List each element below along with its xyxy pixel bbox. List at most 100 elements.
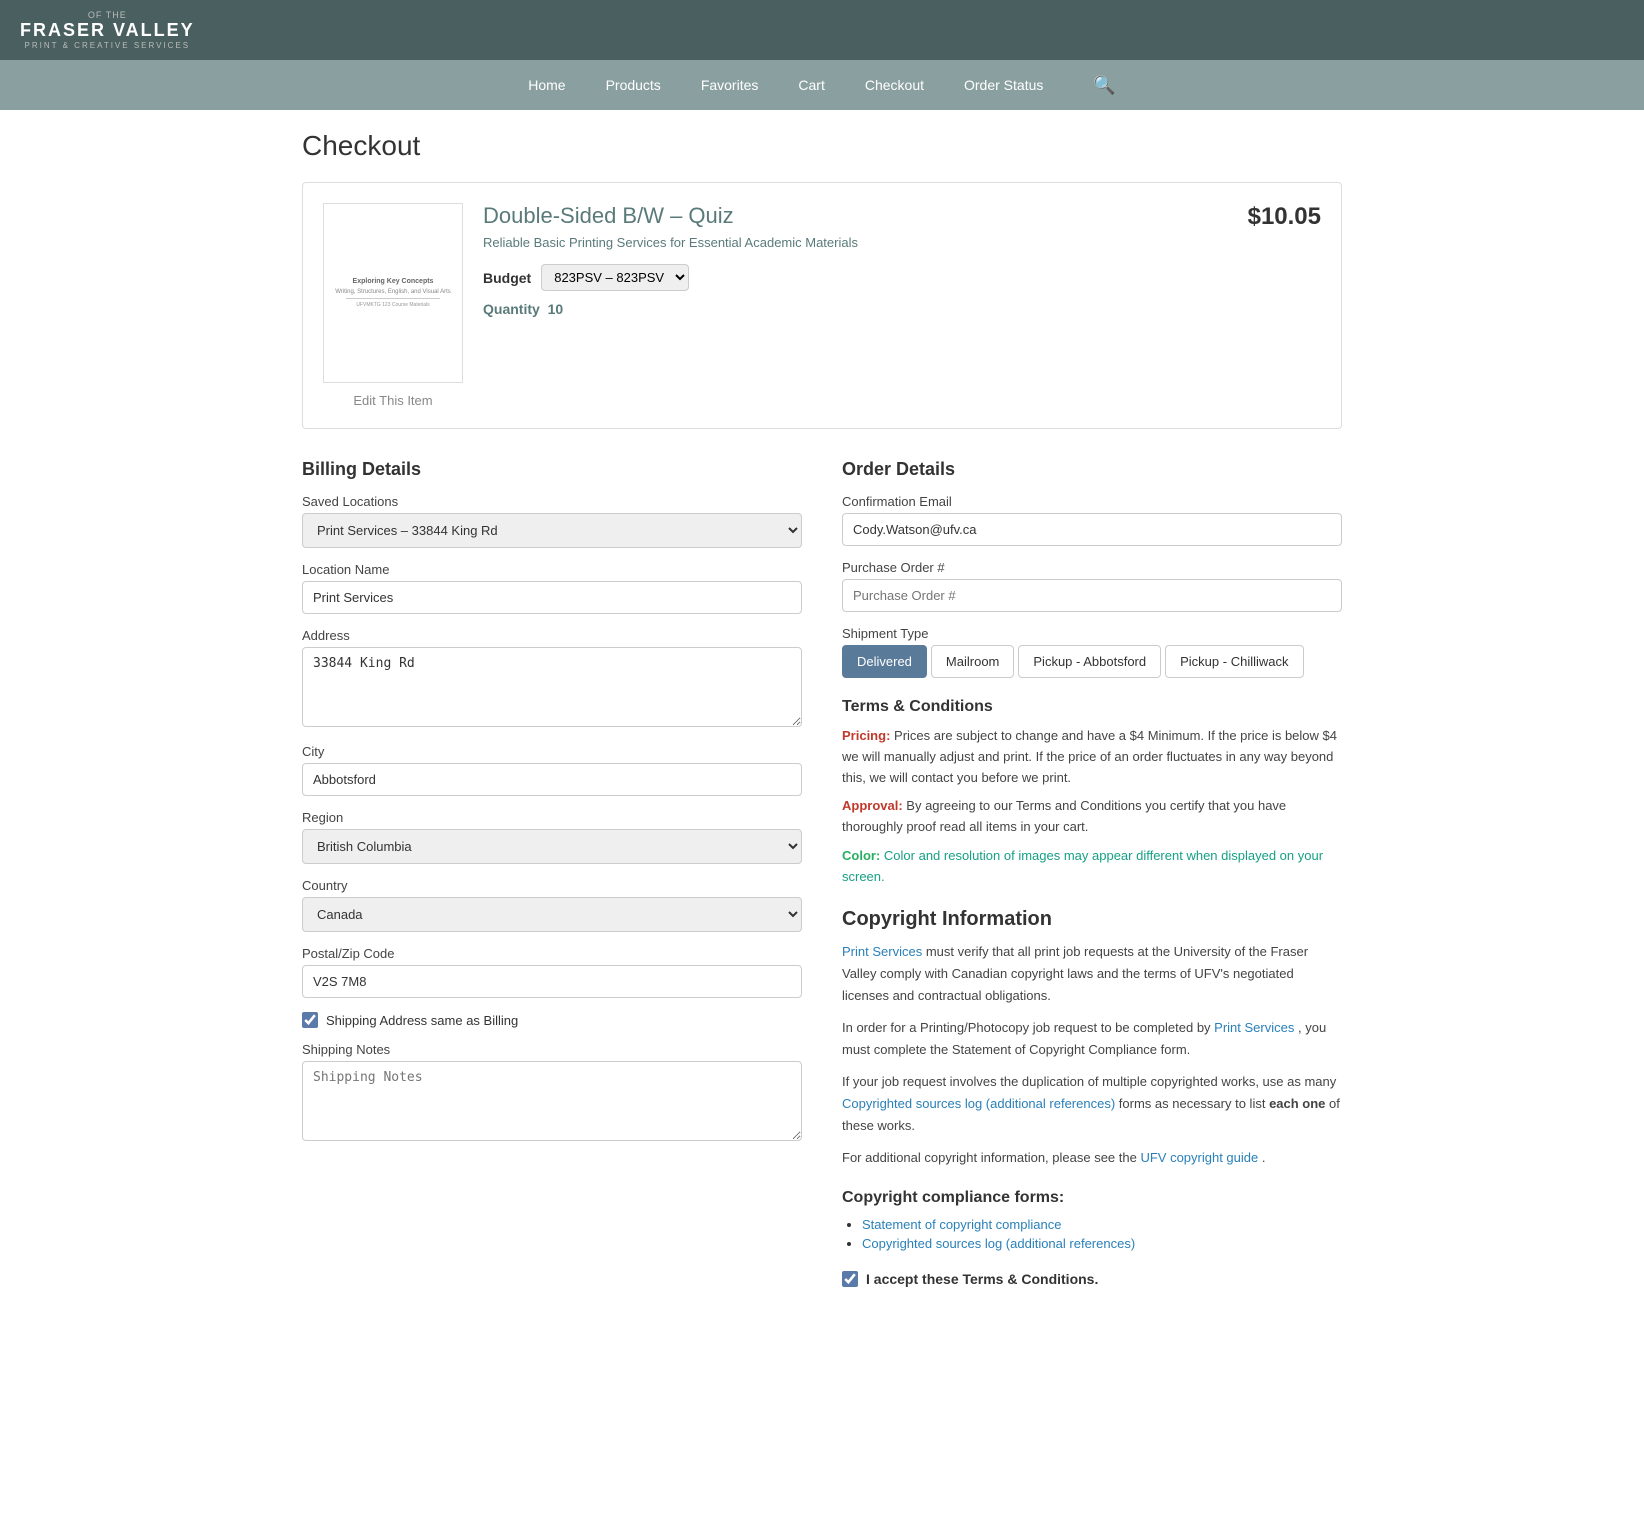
confirmation-email-label: Confirmation Email bbox=[842, 494, 1342, 509]
product-details: Double-Sided B/W – Quiz Reliable Basic P… bbox=[483, 203, 1321, 408]
location-name-label: Location Name bbox=[302, 562, 802, 577]
product-description: Reliable Basic Printing Services for Ess… bbox=[483, 235, 858, 250]
approval-text: By agreeing to our Terms and Conditions … bbox=[842, 798, 1286, 834]
shipment-pickup-abbotsford[interactable]: Pickup - Abbotsford bbox=[1018, 645, 1161, 678]
terms-pricing: Pricing: Prices are subject to change an… bbox=[842, 726, 1342, 788]
shipment-type-label: Shipment Type bbox=[842, 626, 1342, 641]
location-name-input[interactable] bbox=[302, 581, 802, 614]
saved-locations-group: Saved Locations Print Services – 33844 K… bbox=[302, 494, 802, 548]
nav-checkout[interactable]: Checkout bbox=[865, 73, 924, 97]
thumb-desc: UFVMKTG 123 Course Materials bbox=[346, 302, 440, 308]
copyright-para2-text: In order for a Printing/Photocopy job re… bbox=[842, 1020, 1214, 1035]
accept-terms-row: I accept these Terms & Conditions. bbox=[842, 1271, 1342, 1287]
pricing-text: Prices are subject to change and have a … bbox=[842, 728, 1337, 785]
terms-color: Color: Color and resolution of images ma… bbox=[842, 846, 1342, 888]
quantity-label: Quantity bbox=[483, 301, 540, 317]
shipping-notes-input[interactable] bbox=[302, 1061, 802, 1141]
city-label: City bbox=[302, 744, 802, 759]
confirmation-email-group: Confirmation Email bbox=[842, 494, 1342, 546]
terms-title: Terms & Conditions bbox=[842, 698, 1342, 716]
region-select[interactable]: British ColumbiaAlbertaOntario bbox=[302, 829, 802, 864]
page-title: Checkout bbox=[302, 130, 1342, 162]
quantity-value: 10 bbox=[548, 301, 564, 317]
postal-input[interactable] bbox=[302, 965, 802, 998]
nav-products[interactable]: Products bbox=[606, 73, 661, 97]
two-col-layout: Billing Details Saved Locations Print Se… bbox=[302, 459, 1342, 1287]
location-name-group: Location Name bbox=[302, 562, 802, 614]
country-select[interactable]: CanadaUnited States bbox=[302, 897, 802, 932]
shipping-notes-group: Shipping Notes bbox=[302, 1042, 802, 1144]
thumb-title: Exploring Key Concepts bbox=[353, 278, 434, 285]
terms-approval: Approval: By agreeing to our Terms and C… bbox=[842, 796, 1342, 838]
compliance-forms-list: Statement of copyright compliance Copyri… bbox=[862, 1217, 1342, 1251]
product-thumbnail-container: Exploring Key Concepts Writing, Structur… bbox=[323, 203, 463, 408]
po-label: Purchase Order # bbox=[842, 560, 1342, 575]
search-icon[interactable]: 🔍 bbox=[1093, 75, 1115, 96]
compliance-title: Copyright compliance forms: bbox=[842, 1189, 1342, 1207]
para3-prefix: If your job request involves the duplica… bbox=[842, 1074, 1336, 1089]
saved-locations-label: Saved Locations bbox=[302, 494, 802, 509]
shipment-options: Delivered Mailroom Pickup - Abbotsford P… bbox=[842, 645, 1342, 678]
form2-link[interactable]: Copyrighted sources log (additional refe… bbox=[862, 1236, 1135, 1251]
nav-home[interactable]: Home bbox=[528, 73, 565, 97]
billing-title: Billing Details bbox=[302, 459, 802, 480]
logo-name: FRASER VALLEY bbox=[20, 20, 195, 41]
region-group: Region British ColumbiaAlbertaOntario bbox=[302, 810, 802, 864]
shipment-mailroom[interactable]: Mailroom bbox=[931, 645, 1014, 678]
postal-group: Postal/Zip Code bbox=[302, 946, 802, 998]
budget-label: Budget bbox=[483, 270, 531, 286]
product-price: $10.05 bbox=[1248, 203, 1321, 231]
copyright-sources-link[interactable]: Copyrighted sources log (additional refe… bbox=[842, 1096, 1115, 1111]
form1-link[interactable]: Statement of copyright compliance bbox=[862, 1217, 1061, 1232]
copyright-para3: If your job request involves the duplica… bbox=[842, 1071, 1342, 1137]
pricing-label: Pricing: bbox=[842, 728, 890, 743]
address-group: Address bbox=[302, 628, 802, 730]
product-quantity-row: Quantity 10 bbox=[483, 301, 858, 317]
nav-favorites[interactable]: Favorites bbox=[701, 73, 759, 97]
print-services-link1[interactable]: Print Services bbox=[842, 944, 922, 959]
budget-select[interactable]: 823PSV – 823PSV bbox=[541, 264, 689, 291]
order-section: Order Details Confirmation Email Purchas… bbox=[842, 459, 1342, 1287]
logo-top: OF THE bbox=[88, 10, 127, 20]
thumb-divider bbox=[346, 298, 440, 299]
compliance-form1: Statement of copyright compliance bbox=[862, 1217, 1342, 1232]
para3-bold: each one bbox=[1269, 1096, 1325, 1111]
ufv-copyright-link[interactable]: UFV copyright guide bbox=[1140, 1150, 1258, 1165]
shipping-notes-label: Shipping Notes bbox=[302, 1042, 802, 1057]
copyright-para4: For additional copyright information, pl… bbox=[842, 1147, 1342, 1169]
accept-terms-label[interactable]: I accept these Terms & Conditions. bbox=[866, 1271, 1098, 1287]
order-title: Order Details bbox=[842, 459, 1342, 480]
accept-terms-checkbox[interactable] bbox=[842, 1271, 858, 1287]
copyright-para2: In order for a Printing/Photocopy job re… bbox=[842, 1017, 1342, 1061]
shipment-delivered[interactable]: Delivered bbox=[842, 645, 927, 678]
nav-bar: Home Products Favorites Cart Checkout Or… bbox=[0, 60, 1644, 110]
edit-item-link[interactable]: Edit This Item bbox=[323, 393, 463, 408]
shipment-pickup-chilliwack[interactable]: Pickup - Chilliwack bbox=[1165, 645, 1303, 678]
shipment-type-group: Shipment Type Delivered Mailroom Pickup … bbox=[842, 626, 1342, 678]
country-label: Country bbox=[302, 878, 802, 893]
shipping-same-checkbox[interactable] bbox=[302, 1012, 318, 1028]
para3-mid: forms as necessary to list bbox=[1119, 1096, 1269, 1111]
nav-order-status[interactable]: Order Status bbox=[964, 73, 1043, 97]
billing-section: Billing Details Saved Locations Print Se… bbox=[302, 459, 802, 1287]
product-budget-row: Budget 823PSV – 823PSV bbox=[483, 264, 858, 291]
confirmation-email-input[interactable] bbox=[842, 513, 1342, 546]
copyright-para1: Print Services must verify that all prin… bbox=[842, 941, 1342, 1007]
shipping-same-label[interactable]: Shipping Address same as Billing bbox=[326, 1013, 518, 1028]
city-input[interactable] bbox=[302, 763, 802, 796]
logo: OF THE FRASER VALLEY PRINT & CREATIVE SE… bbox=[20, 10, 195, 50]
copyright-title: Copyright Information bbox=[842, 908, 1342, 931]
po-input[interactable] bbox=[842, 579, 1342, 612]
postal-label: Postal/Zip Code bbox=[302, 946, 802, 961]
address-label: Address bbox=[302, 628, 802, 643]
compliance-form2: Copyrighted sources log (additional refe… bbox=[862, 1236, 1342, 1251]
main-content: Checkout Exploring Key Concepts Writing,… bbox=[272, 110, 1372, 1307]
saved-locations-select[interactable]: Print Services – 33844 King Rd bbox=[302, 513, 802, 548]
country-group: Country CanadaUnited States bbox=[302, 878, 802, 932]
address-input[interactable] bbox=[302, 647, 802, 727]
thumb-sub: Writing, Structures, English, and Visual… bbox=[335, 289, 451, 295]
color-label: Color: bbox=[842, 848, 880, 863]
region-label: Region bbox=[302, 810, 802, 825]
print-services-link2[interactable]: Print Services bbox=[1214, 1020, 1294, 1035]
nav-cart[interactable]: Cart bbox=[798, 73, 824, 97]
